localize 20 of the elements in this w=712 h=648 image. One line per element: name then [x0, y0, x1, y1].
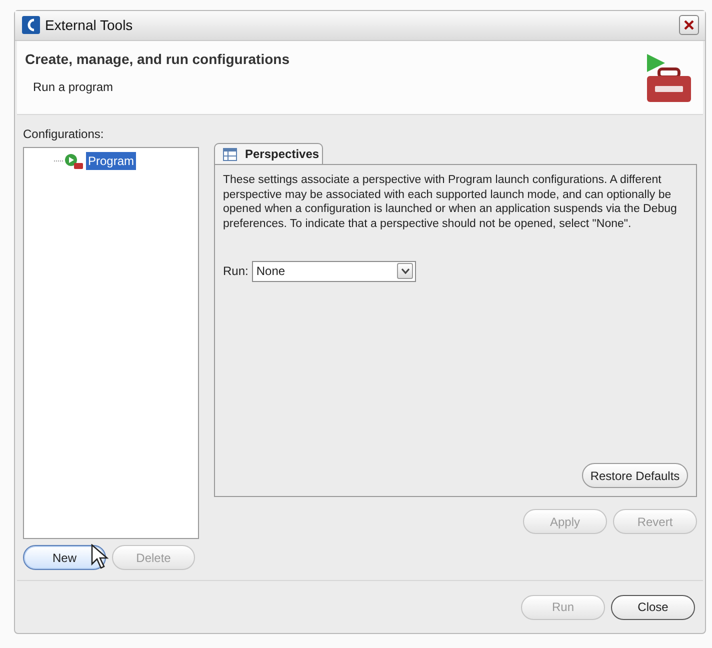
perspectives-tab[interactable]: Perspectives [214, 143, 324, 164]
window-title: External Tools [45, 16, 133, 35]
header-title: Create, manage, and run configurations [25, 50, 290, 69]
close-button[interactable] [679, 15, 699, 36]
mouse-pointer-icon [91, 544, 109, 570]
program-launch-icon [54, 152, 84, 170]
configurations-label: Configurations: [23, 126, 105, 144]
header-subtitle: Run a program [33, 78, 114, 96]
push-button[interactable]: Close [611, 594, 695, 620]
run-dropdown[interactable]: None [252, 260, 416, 282]
run-label: Run: [223, 263, 248, 280]
caret-icon [400, 268, 410, 274]
run-value: None [256, 263, 286, 280]
close-icon [683, 19, 695, 32]
app-icon [21, 15, 41, 36]
tree-item[interactable]: Program [86, 152, 136, 170]
push-button[interactable]: Restore Defaults [582, 463, 688, 488]
push-button[interactable]: New [23, 545, 106, 570]
description-text: These settings associate a perspective with Program launch configurations. A different perspective may be associated with each supported launch mode, and can optionally be opened when a configuration is launched or when an application suspends via the Debug preferences. To indicate that a perspective should not be opened, select "None". [223, 173, 678, 231]
table-icon [223, 148, 237, 161]
